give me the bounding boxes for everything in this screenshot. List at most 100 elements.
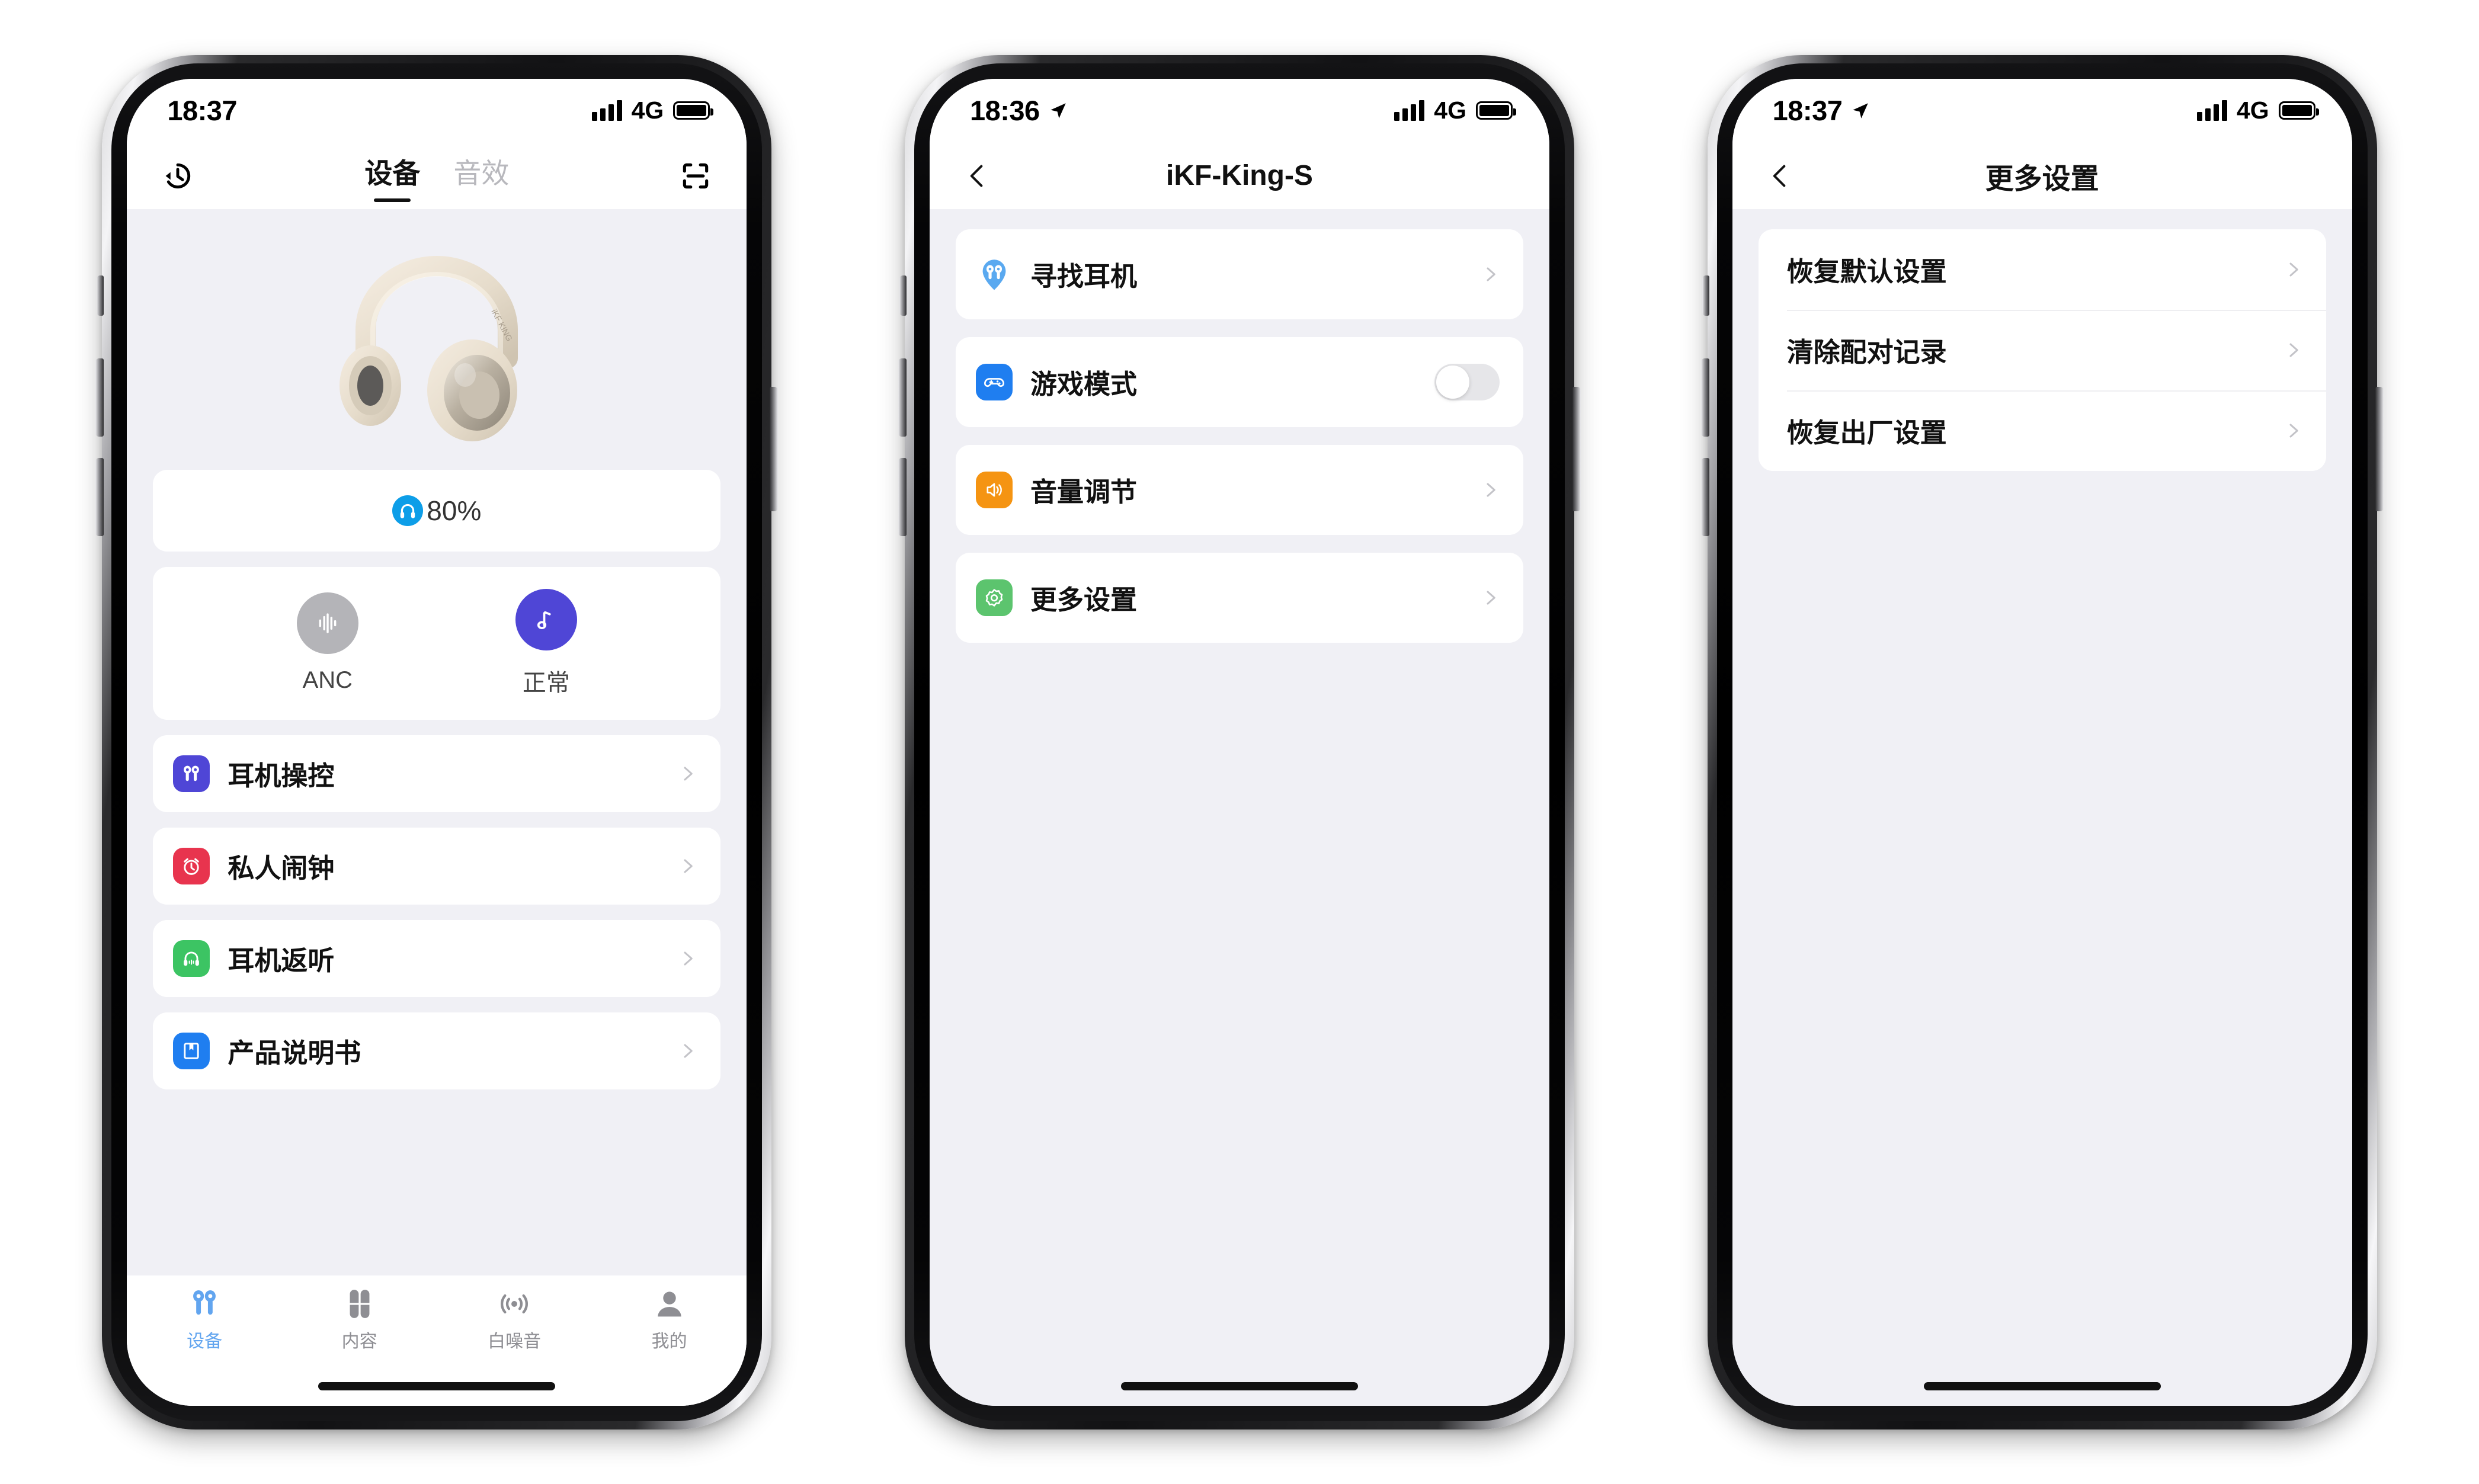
volume-up-button-2[interactable] <box>898 358 907 437</box>
earbuds-icon <box>193 1290 216 1315</box>
list-item-label: 恢复默认设置 <box>1786 257 1947 287</box>
power-button-3[interactable] <box>2375 386 2384 511</box>
home-indicator-3[interactable] <box>1923 1382 2161 1390</box>
mode-normal[interactable]: 正常 <box>515 588 577 698</box>
grid-petals-icon <box>350 1289 370 1318</box>
mode-anc[interactable]: ANC <box>296 592 358 694</box>
status-indicators-3: 4G <box>2196 97 2319 124</box>
volume-up-button-3[interactable] <box>1700 358 1709 437</box>
chevron-right-icon <box>684 951 693 965</box>
network-type-label: 4G <box>2236 97 2269 124</box>
network-type-label: 4G <box>631 97 664 124</box>
volume-down-button-1[interactable] <box>95 457 104 536</box>
headphone-badge-icon <box>392 495 424 526</box>
location-arrow-icon <box>1050 102 1066 118</box>
location-arrow-icon <box>1853 102 1869 118</box>
silent-switch-1[interactable] <box>97 275 104 316</box>
status-bar-3: 18:37 4G <box>1732 78 2352 143</box>
list-item-label: 恢复出厂设置 <box>1786 418 1947 448</box>
list-item-game-mode[interactable]: 游戏模式 <box>955 336 1523 427</box>
list-item-label: 音量调节 <box>1030 477 1137 507</box>
silent-switch-3[interactable] <box>1702 275 1709 316</box>
volume-speaker-icon <box>975 471 1013 508</box>
power-button-1[interactable] <box>770 386 779 511</box>
list-item-label: 耳机操控 <box>228 761 335 791</box>
status-bar-1: 18:37 4G <box>127 78 747 143</box>
main-content-3: 恢复默认设置 清除配对记录 恢复出厂设置 <box>1732 209 2352 1406</box>
waveform-icon <box>296 592 358 654</box>
volume-down-button-2[interactable] <box>898 457 907 536</box>
header-tabs-1: 设备 音效 <box>127 150 747 201</box>
list-item-personal-alarm[interactable]: 私人闹钟 <box>153 827 721 905</box>
signal-bars-icon <box>591 100 622 121</box>
earbuds-icon <box>173 755 210 792</box>
list-item-label: 耳机返听 <box>228 945 335 976</box>
manual-book-icon <box>173 1032 210 1069</box>
list-item-label: 产品说明书 <box>228 1038 361 1068</box>
battery-full-icon <box>673 101 714 120</box>
chevron-right-icon <box>2289 343 2298 357</box>
chevron-right-icon <box>2289 262 2298 276</box>
phone-device-1: 18:37 4G 设备 音效 iKF KING 80% ANC 正常 耳机操控 … <box>95 55 779 1429</box>
person-icon <box>657 1291 681 1316</box>
history-clock-icon[interactable] <box>161 159 194 193</box>
list-item-label: 寻找耳机 <box>1030 261 1137 291</box>
status-time: 18:37 <box>167 95 238 126</box>
scan-frame-icon[interactable] <box>679 159 712 193</box>
phone-device-3: 18:37 4G 更多设置 恢复默认设置 清除配对记录 恢复出厂设置 <box>1700 55 2384 1429</box>
status-indicators-2: 4G <box>1394 97 1516 124</box>
headphone-monitor-icon <box>173 940 210 977</box>
chevron-right-icon <box>684 767 693 780</box>
volume-up-button-1[interactable] <box>95 358 104 437</box>
tab-sound-effects[interactable]: 音效 <box>453 150 509 201</box>
chevron-right-icon <box>1487 483 1495 496</box>
list-item-restore-defaults[interactable]: 恢复默认设置 <box>1759 229 2326 310</box>
chevron-right-icon <box>684 1044 693 1057</box>
page-title: iKF-King-S <box>1166 160 1313 191</box>
tab-bar-item-profile[interactable]: 我的 <box>592 1287 747 1352</box>
list-item-factory-reset[interactable]: 恢复出厂设置 <box>1759 390 2326 471</box>
main-content-1: iKF KING 80% ANC 正常 耳机操控 私人闹钟 耳机返听 产品说明书 <box>127 209 747 1406</box>
list-item-earphone-control[interactable]: 耳机操控 <box>153 735 721 812</box>
alarm-clock-icon <box>173 847 210 884</box>
signal-bars-icon <box>2196 100 2227 121</box>
list-item-product-manual[interactable]: 产品说明书 <box>153 1012 721 1089</box>
game-mode-toggle[interactable] <box>1434 363 1500 400</box>
app-header-3: 更多设置 <box>1732 142 2352 209</box>
home-indicator-2[interactable] <box>1120 1382 1358 1390</box>
battery-full-icon <box>1475 101 1516 120</box>
battery-full-icon <box>2278 101 2319 120</box>
status-time-group-1: 18:37 <box>167 94 237 127</box>
app-header-2: iKF-King-S <box>929 142 1549 209</box>
tab-bar-item-white-noise[interactable]: 白噪音 <box>437 1287 592 1352</box>
list-item-label: 游戏模式 <box>1030 369 1137 399</box>
silent-switch-2[interactable] <box>899 275 907 316</box>
tab-bar-item-devices[interactable]: 设备 <box>127 1287 282 1352</box>
phone-screen-1: 18:37 4G 设备 音效 iKF KING 80% ANC 正常 耳机操控 … <box>127 78 747 1406</box>
status-time: 18:36 <box>969 95 1040 126</box>
page-title: 更多设置 <box>1985 163 2099 195</box>
volume-down-button-3[interactable] <box>1700 457 1709 536</box>
settings-group-card: 恢复默认设置 清除配对记录 恢复出厂设置 <box>1758 229 2326 471</box>
chevron-right-icon <box>2289 424 2298 437</box>
phone-device-2: 18:36 4G iKF-King-S 寻找耳机 游戏模式 音量调节 更多设置 <box>898 55 1581 1429</box>
tab-devices[interactable]: 设备 <box>364 150 420 201</box>
back-chevron-icon[interactable] <box>964 163 990 189</box>
battery-percent-label: 80% <box>427 495 482 526</box>
gear-icon <box>975 579 1013 616</box>
list-item-volume-adjust[interactable]: 音量调节 <box>955 444 1523 535</box>
status-time-group-3: 18:37 <box>1773 94 1871 127</box>
list-item-more-settings[interactable]: 更多设置 <box>955 552 1523 643</box>
tab-bar-label: 我的 <box>651 1331 687 1351</box>
list-item-find-earbuds[interactable]: 寻找耳机 <box>955 229 1523 319</box>
tab-bar-item-content[interactable]: 内容 <box>282 1287 437 1352</box>
power-button-2[interactable] <box>1572 386 1581 511</box>
home-indicator-1[interactable] <box>318 1382 556 1390</box>
list-item-clear-pairing[interactable]: 清除配对记录 <box>1759 309 2326 390</box>
back-chevron-icon[interactable] <box>1767 163 1793 189</box>
list-item-headphone-monitor[interactable]: 耳机返听 <box>153 919 721 997</box>
tab-bar-label: 内容 <box>341 1331 377 1351</box>
phone-screen-2: 18:36 4G iKF-King-S 寻找耳机 游戏模式 音量调节 更多设置 <box>929 78 1549 1406</box>
mode-anc-label: ANC <box>302 667 353 693</box>
status-time: 18:37 <box>1772 95 1843 126</box>
